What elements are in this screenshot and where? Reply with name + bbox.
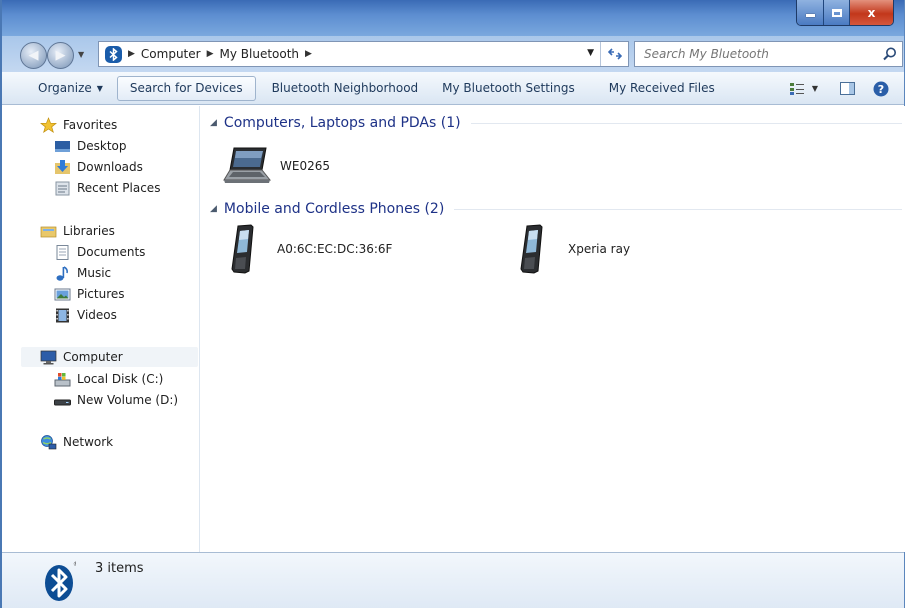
star-icon xyxy=(40,116,57,133)
navigation-pane: Favorites Desktop Downloads Recent Place… xyxy=(4,106,200,552)
group-header-phones[interactable]: ◢ Mobile and Cordless Phones (2) xyxy=(210,198,902,220)
change-view-button[interactable]: ▼ xyxy=(789,82,818,95)
preview-pane-icon xyxy=(840,82,855,95)
sidebar-item-new-volume-d[interactable]: New Volume (D:) xyxy=(54,390,178,410)
videos-icon xyxy=(56,308,69,322)
minimize-button[interactable] xyxy=(797,0,823,25)
window-controls: x xyxy=(796,0,894,26)
refresh-button[interactable] xyxy=(600,42,628,66)
documents-icon xyxy=(56,244,69,260)
group-divider xyxy=(454,208,902,210)
phone-icon xyxy=(520,224,543,274)
my-received-files-button[interactable]: My Received Files xyxy=(599,76,725,101)
sidebar-item-pictures[interactable]: Pictures xyxy=(54,284,125,304)
back-button[interactable]: ◀ xyxy=(20,42,47,69)
close-button[interactable]: x xyxy=(849,0,893,25)
group-divider xyxy=(470,122,902,124)
address-dropdown-icon[interactable]: ▼ xyxy=(587,48,594,58)
help-icon: ? xyxy=(873,81,889,96)
local-disk-icon xyxy=(54,372,71,386)
laptop-icon xyxy=(223,147,272,183)
organize-menu[interactable]: Organize ▼ xyxy=(28,76,109,101)
device-a0-6c-ec-dc-36-6f[interactable]: A0:6C:EC:DC:36:6F xyxy=(231,222,392,276)
minimize-icon xyxy=(805,14,815,17)
maximize-icon xyxy=(831,8,842,17)
bluetooth-icon xyxy=(105,45,122,63)
breadcrumb-computer[interactable]: Computer xyxy=(141,47,201,61)
forward-arrow-icon: ▶ xyxy=(55,48,66,63)
sidebar-item-music[interactable]: Music xyxy=(54,263,111,283)
preview-pane-button[interactable] xyxy=(840,82,855,95)
pictures-icon xyxy=(54,288,71,300)
drive-icon xyxy=(54,399,71,405)
svg-text:?: ? xyxy=(878,83,884,96)
music-icon xyxy=(56,265,68,281)
sidebar-item-libraries[interactable]: Libraries xyxy=(40,221,115,241)
maximize-button[interactable] xyxy=(823,0,849,25)
title-bar: x xyxy=(2,0,904,36)
device-xperia-ray[interactable]: Xperia ray xyxy=(520,222,630,276)
device-we0265[interactable]: WE0265 xyxy=(222,139,330,193)
sidebar-item-desktop[interactable]: Desktop xyxy=(54,136,127,156)
breadcrumb-separator-icon[interactable]: ▶ xyxy=(305,49,312,59)
collapse-triangle-icon[interactable]: ◢ xyxy=(210,118,217,128)
computer-icon xyxy=(40,350,57,364)
sidebar-item-recent-places[interactable]: Recent Places xyxy=(54,178,160,198)
item-count: 3 items xyxy=(95,561,144,576)
collapse-triangle-icon[interactable]: ◢ xyxy=(210,204,217,214)
content-pane: ◢ Computers, Laptops and PDAs (1) WE0265… xyxy=(201,106,905,552)
sidebar-item-favorites[interactable]: Favorites xyxy=(40,115,117,135)
view-options-icon xyxy=(789,82,804,95)
forward-button[interactable]: ▶ xyxy=(47,42,74,69)
sidebar-item-videos[interactable]: Videos xyxy=(54,305,117,325)
svg-text:®: ® xyxy=(73,561,76,568)
network-icon xyxy=(41,434,57,449)
help-button[interactable]: ? xyxy=(873,81,889,97)
explorer-window: x ◀ ▶ ▼ ▶ Computer ▶ My Bluetooth ▶ ▼ Or… xyxy=(0,0,905,608)
libraries-icon xyxy=(40,226,57,237)
my-bluetooth-settings-button[interactable]: My Bluetooth Settings xyxy=(432,76,585,101)
group-header-computers[interactable]: ◢ Computers, Laptops and PDAs (1) xyxy=(210,112,902,134)
breadcrumb-separator-icon[interactable]: ▶ xyxy=(128,49,135,59)
sidebar-item-local-disk-c[interactable]: Local Disk (C:) xyxy=(54,369,163,389)
recent-pages-chevron-icon[interactable]: ▼ xyxy=(78,50,88,60)
downloads-icon xyxy=(55,159,70,174)
sidebar-item-network[interactable]: Network xyxy=(40,432,113,452)
address-row: ◀ ▶ ▼ ▶ Computer ▶ My Bluetooth ▶ ▼ xyxy=(2,36,904,72)
back-arrow-icon: ◀ xyxy=(28,48,39,63)
sidebar-item-downloads[interactable]: Downloads xyxy=(54,157,143,177)
search-icon[interactable] xyxy=(882,46,898,62)
details-pane: ® 3 items xyxy=(2,552,904,608)
search-box[interactable] xyxy=(634,41,903,67)
sidebar-item-documents[interactable]: Documents xyxy=(54,242,145,262)
breadcrumb-separator-icon[interactable]: ▶ xyxy=(207,49,214,59)
command-bar: Organize ▼ Search for Devices Bluetooth N… xyxy=(2,72,904,105)
chevron-down-icon: ▼ xyxy=(811,84,818,93)
sidebar-item-computer[interactable]: Computer xyxy=(21,347,198,367)
address-bar[interactable]: ▶ Computer ▶ My Bluetooth ▶ ▼ xyxy=(98,41,629,67)
bluetooth-icon: ® xyxy=(45,561,76,601)
recent-places-icon xyxy=(55,181,70,195)
breadcrumb-my-bluetooth[interactable]: My Bluetooth xyxy=(220,47,300,61)
desktop-icon xyxy=(55,140,70,152)
bluetooth-neighborhood-button[interactable]: Bluetooth Neighborhood xyxy=(262,76,429,101)
phone-icon xyxy=(231,224,254,274)
chevron-down-icon: ▼ xyxy=(96,83,103,93)
search-input[interactable] xyxy=(644,47,864,61)
close-icon: x xyxy=(867,5,876,20)
search-for-devices-button[interactable]: Search for Devices xyxy=(116,75,256,101)
refresh-icon xyxy=(607,48,622,60)
view-controls: ▼ ? xyxy=(778,76,889,101)
